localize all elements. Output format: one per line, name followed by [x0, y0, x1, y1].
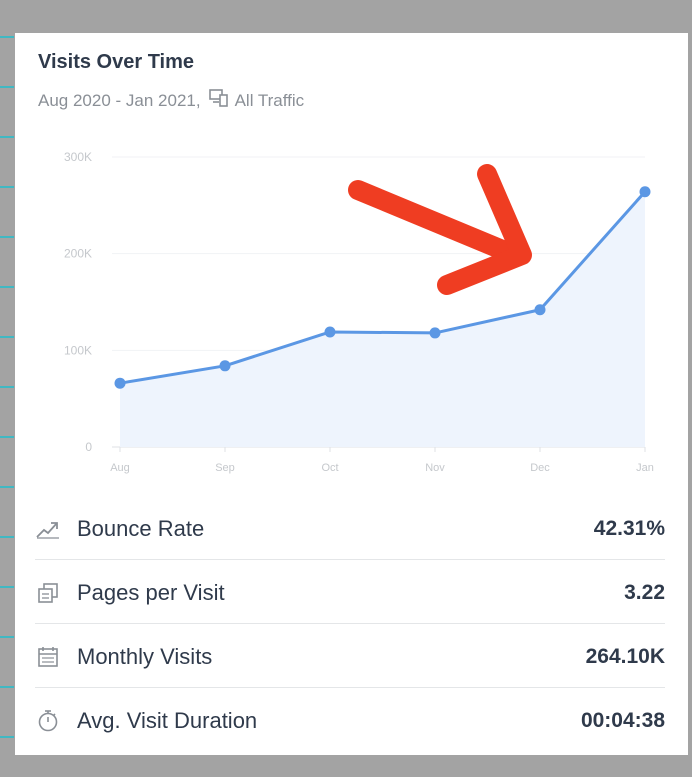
trend-up-icon: [35, 516, 61, 542]
edge-tick: [0, 686, 14, 688]
edge-tick: [0, 436, 14, 438]
metric-value: 264.10K: [585, 645, 665, 668]
metric-label: Bounce Rate: [77, 516, 205, 541]
edge-tick: [0, 536, 14, 538]
data-point: [429, 327, 441, 339]
metric-label: Monthly Visits: [77, 644, 213, 669]
visits-chart: 0 100K 200K 300K Aug Sep Oct Nov Dec Jan: [64, 150, 654, 474]
pages-icon: [35, 580, 61, 606]
x-tick-label: Nov: [425, 462, 445, 474]
data-point: [639, 186, 651, 198]
series-area: [120, 191, 645, 447]
edge-tick: [0, 136, 14, 138]
visits-over-time-card: Visits Over Time Aug 2020 - Jan 2021, Al…: [15, 33, 688, 755]
data-point: [219, 360, 231, 372]
y-tick-label: 0: [85, 440, 92, 454]
x-tick-label: Sep: [215, 462, 235, 474]
metric-value: 42.31%: [593, 517, 665, 540]
metric-avg-visit-duration: Avg. Visit Duration 00:04:38: [35, 690, 665, 752]
x-tick-label: Jan: [636, 462, 654, 474]
calendar-icon: [35, 644, 61, 670]
data-point: [114, 377, 126, 389]
edge-tick: [0, 586, 14, 588]
edge-tick: [0, 636, 14, 638]
stopwatch-icon: [35, 708, 61, 734]
metric-pages-per-visit: Pages per Visit 3.22: [35, 562, 665, 624]
metric-value: 3.22: [624, 581, 665, 604]
y-tick-label: 100K: [64, 343, 92, 357]
edge-tick: [0, 486, 14, 488]
edge-tick: [0, 736, 14, 738]
x-tick-label: Dec: [530, 462, 550, 474]
metric-label: Pages per Visit: [77, 580, 225, 605]
metric-bounce-rate: Bounce Rate 42.31%: [35, 498, 665, 560]
metric-label: Avg. Visit Duration: [77, 708, 258, 733]
edge-tick: [0, 236, 14, 238]
edge-tick: [0, 36, 14, 38]
edge-tick: [0, 386, 14, 388]
metric-value: 00:04:38: [580, 709, 665, 732]
x-tick-label: Aug: [110, 462, 130, 474]
y-tick-label: 300K: [64, 150, 92, 164]
metric-monthly-visits: Monthly Visits 264.10K: [35, 626, 665, 688]
edge-tick: [0, 86, 14, 88]
x-tick-label: Oct: [321, 462, 338, 474]
data-point: [324, 326, 336, 338]
data-point: [534, 304, 546, 316]
edge-tick: [0, 286, 14, 288]
y-tick-label: 200K: [64, 247, 92, 261]
edge-tick: [0, 336, 14, 338]
edge-tick: [0, 186, 14, 188]
